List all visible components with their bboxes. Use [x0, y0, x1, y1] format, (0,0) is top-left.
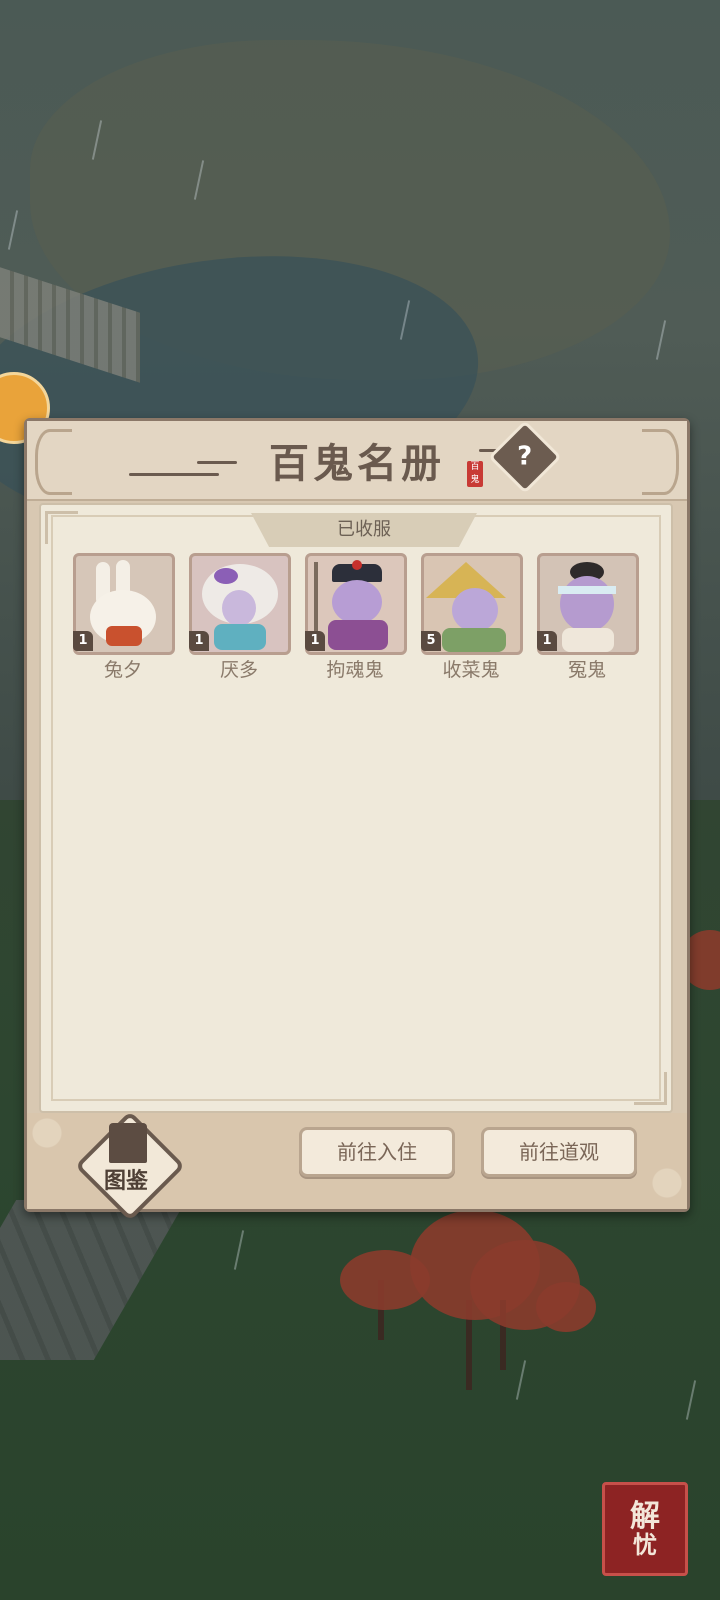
section-tab-captured: 已收服: [251, 513, 477, 547]
fret-ornament-bottom-right: [634, 1072, 667, 1105]
title-seal-stamp: 百鬼: [467, 461, 483, 487]
codex-label: 图鉴: [103, 1168, 148, 1194]
seal-text-bottom: 忧: [633, 1530, 657, 1560]
ghost-name: 厌多: [219, 659, 258, 681]
fret-ornament-top-left: [45, 511, 78, 544]
ghost-name: 收菜鬼: [442, 659, 500, 681]
book-icon: [109, 1123, 147, 1163]
level-badge: 1: [305, 631, 325, 651]
ghost-card[interactable]: 5 收菜鬼: [421, 553, 523, 681]
title-swirl-left: [129, 473, 219, 476]
seal-text-top: 解: [630, 1498, 660, 1534]
ghost-name: 兔夕: [103, 659, 142, 681]
panel-header: 百鬼名册 百鬼 ?: [27, 420, 687, 501]
ghost-card[interactable]: 1 冤鬼: [537, 553, 639, 681]
go-check-in-button[interactable]: 前往入住: [299, 1127, 455, 1177]
ghost-card[interactable]: 1 拘魂鬼: [305, 553, 407, 681]
panel-footer: 图鉴 前往入住 前往道观: [27, 1110, 687, 1222]
level-badge: 5: [421, 631, 441, 651]
ghost-list-area[interactable]: 已收服 1 兔夕 1 厌多 1 拘魂鬼 5 收菜鬼 1 冤鬼: [39, 503, 673, 1113]
ghost-register-panel: 百鬼名册 百鬼 ? 已收服 1 兔夕 1 厌多 1 拘魂鬼 5 收菜鬼 1 冤鬼…: [24, 418, 690, 1222]
ghost-card[interactable]: 1 厌多: [189, 553, 291, 681]
level-badge: 1: [189, 631, 209, 651]
ghost-name: 冤鬼: [567, 659, 606, 681]
ghost-card[interactable]: 1 兔夕: [73, 553, 175, 681]
level-badge: 1: [537, 631, 557, 651]
go-temple-button[interactable]: 前往道观: [481, 1127, 637, 1177]
ghost-card-list: 1 兔夕 1 厌多 1 拘魂鬼 5 收菜鬼 1 冤鬼: [73, 553, 653, 693]
panel-title: 百鬼名册: [269, 440, 445, 487]
jieyou-seal-button[interactable]: 解 忧: [602, 1482, 688, 1576]
cloud-ornament-left: [35, 429, 72, 495]
level-badge: 1: [73, 631, 93, 651]
title-swirl-left-upper: [197, 461, 237, 464]
codex-button[interactable]: 图鉴: [74, 1110, 186, 1222]
title-group: 百鬼名册 百鬼: [129, 427, 529, 495]
question-icon: ?: [517, 442, 533, 472]
cloud-ornament-right: [642, 429, 679, 495]
ghost-name: 拘魂鬼: [326, 659, 384, 681]
maple-tree: [536, 1282, 596, 1332]
